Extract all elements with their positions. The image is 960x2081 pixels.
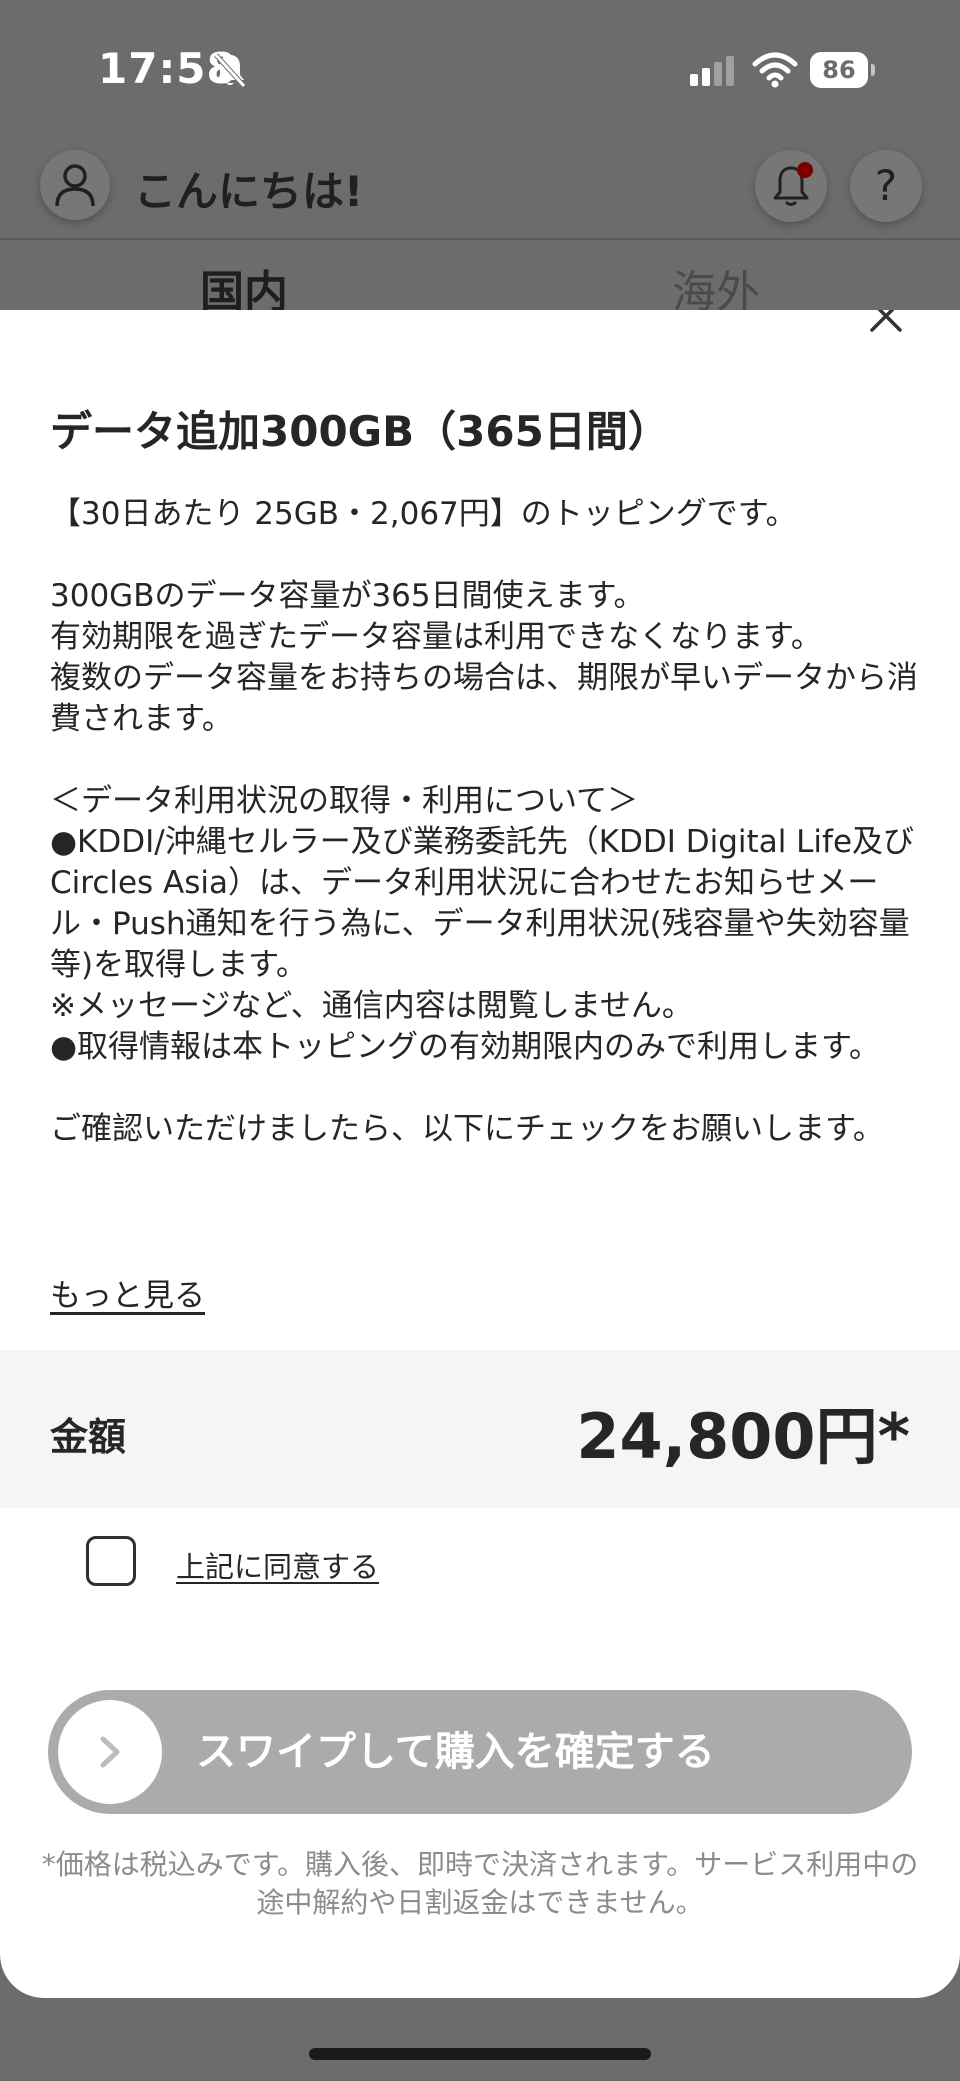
price-disclaimer: *価格は税込みです。購入後、即時で決済されます。サービス利用中の途中解約や日割返… xyxy=(41,1848,919,1919)
swipe-to-purchase-slider[interactable]: スワイプして購入を確定する xyxy=(48,1690,912,1814)
notification-button[interactable] xyxy=(755,150,827,222)
app-header: こんにちは! ? xyxy=(0,140,960,240)
price-value: 24,800円* xyxy=(576,1400,910,1473)
agree-row[interactable]: 上記に同意する xyxy=(86,1536,786,1592)
notification-badge xyxy=(797,162,813,178)
help-button[interactable]: ? xyxy=(850,150,922,222)
close-icon[interactable] xyxy=(866,310,906,336)
home-indicator[interactable] xyxy=(309,2048,651,2060)
price-label: 金額 xyxy=(50,1415,127,1459)
show-more-link[interactable]: もっと見る xyxy=(50,1270,205,1315)
screen: 17:58 86 こんにちは! ? 国内 海外 データ追加300GB（365日間… xyxy=(0,0,960,2081)
agree-checkbox[interactable] xyxy=(86,1536,136,1586)
chevron-right-icon xyxy=(100,1736,120,1768)
greeting-text: こんにちは! xyxy=(134,167,364,216)
battery-icon: 86 xyxy=(810,52,876,88)
signal-icon xyxy=(690,56,734,86)
bell-off-icon xyxy=(214,53,246,88)
battery-level: 86 xyxy=(822,56,856,84)
header-divider xyxy=(0,238,960,240)
price-row: 金額 24,800円* xyxy=(0,1350,960,1508)
sheet-title: データ追加300GB（365日間） xyxy=(50,407,670,456)
swipe-label: スワイプして購入を確定する xyxy=(196,1729,715,1775)
status-bar: 17:58 86 xyxy=(0,0,960,140)
topping-description: 【30日あたり 25GB・2,067円】のトッピングです。 300GBのデータ容… xyxy=(50,496,918,1147)
agree-label[interactable]: 上記に同意する xyxy=(176,1544,379,1586)
help-icon: ? xyxy=(874,161,898,210)
swipe-handle[interactable] xyxy=(58,1700,162,1804)
wifi-icon xyxy=(752,52,798,88)
avatar[interactable] xyxy=(40,150,110,220)
user-icon xyxy=(55,164,95,207)
topping-detail-sheet: データ追加300GB（365日間） 【30日あたり 25GB・2,067円】のト… xyxy=(0,310,960,1998)
